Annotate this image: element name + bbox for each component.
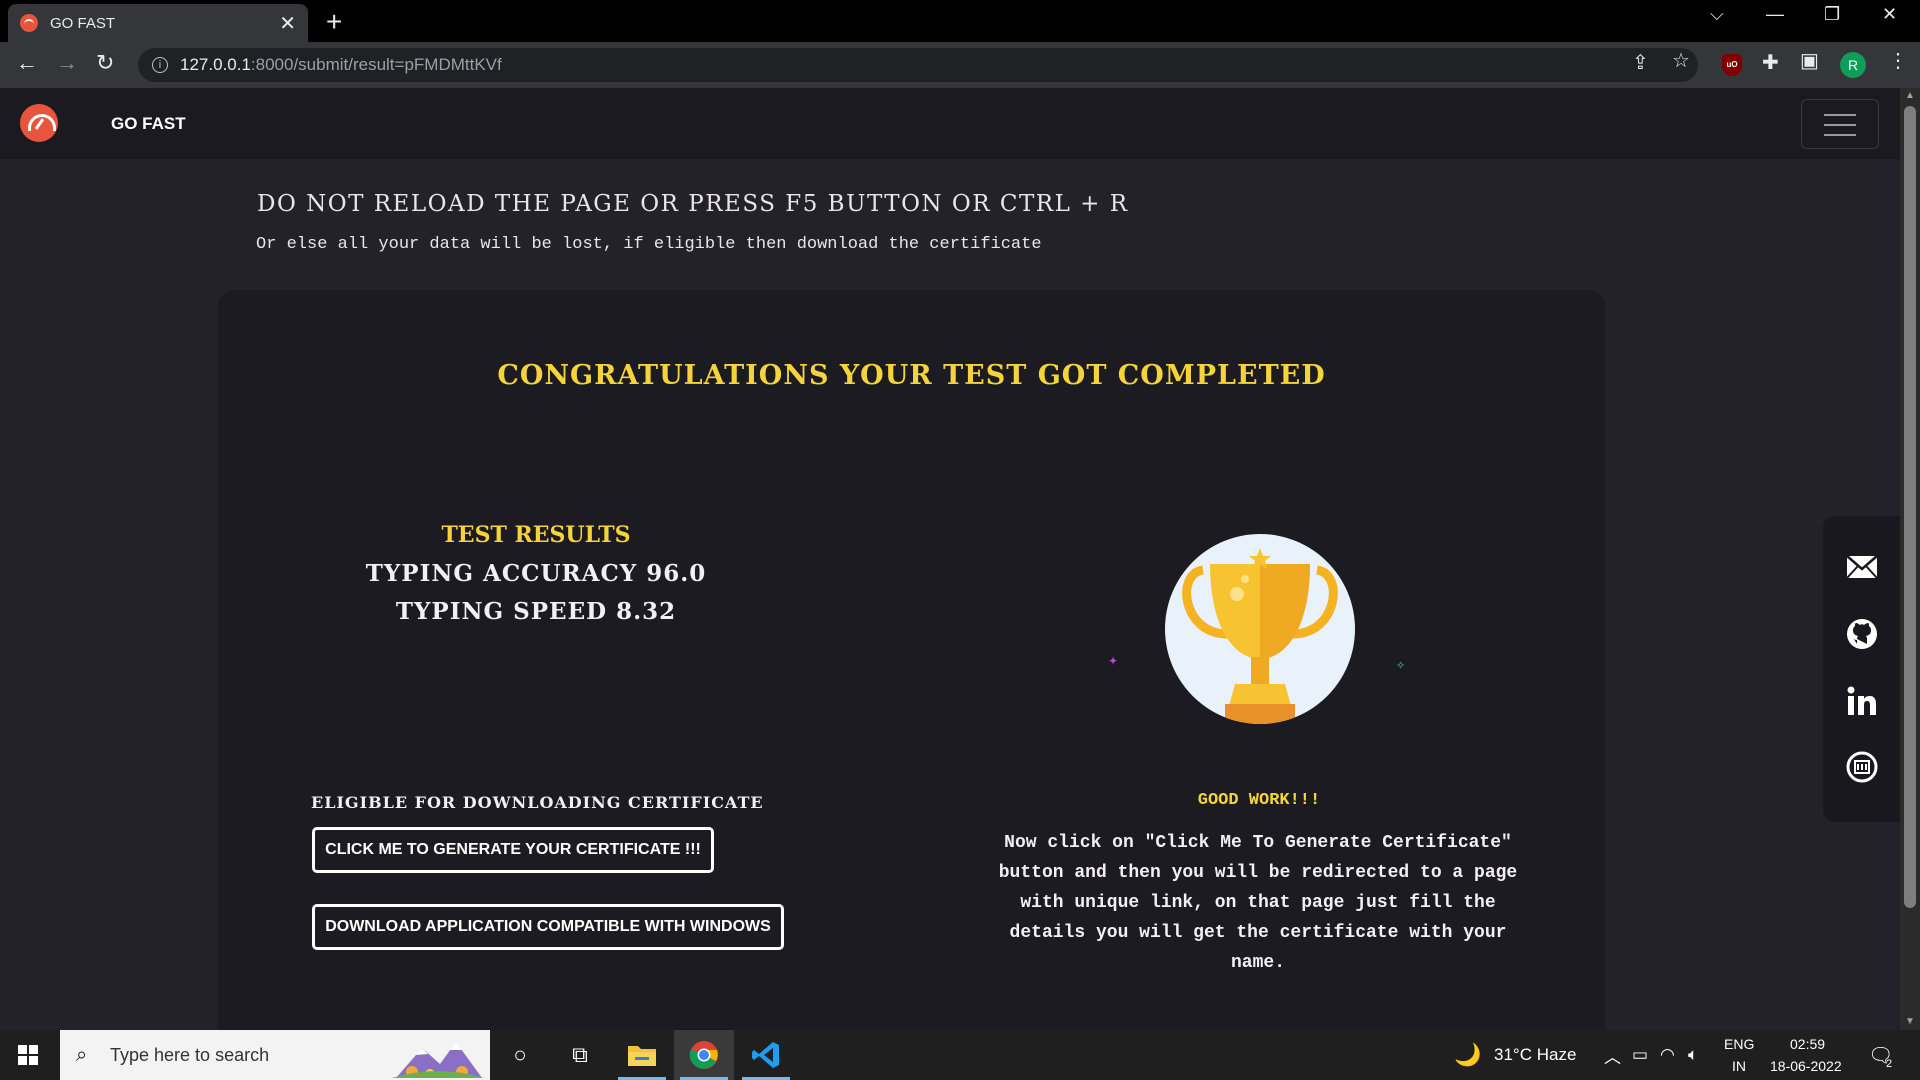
hamburger-menu-button[interactable] — [1801, 99, 1879, 149]
file-explorer-icon[interactable] — [612, 1030, 672, 1080]
site-info-icon[interactable]: i — [152, 57, 168, 73]
profile-avatar[interactable]: R — [1840, 52, 1866, 78]
vscode-icon — [752, 1042, 779, 1068]
page-content: GO FAST DO NOT RELOAD THE PAGE OR PRESS … — [0, 88, 1900, 1030]
tab-title: GO FAST — [50, 14, 116, 32]
notifications-icon[interactable]: 🗨︎ — [1868, 1030, 1893, 1080]
ublock-origin-icon[interactable]: uO — [1722, 54, 1742, 76]
notifications-count: 2 — [1886, 1058, 1893, 1070]
reload-warning-title: DO NOT RELOAD THE PAGE OR PRESS F5 BUTTO… — [257, 191, 1129, 217]
page-scrollbar[interactable]: ▲ ▼ — [1900, 88, 1920, 1030]
wifi-icon[interactable]: ◠ — [1660, 1030, 1675, 1080]
tab-search-chevron-icon[interactable]: ⌵ — [1710, 4, 1724, 25]
browser-toolbar: ← → ↻ i 127.0.0.1:8000/submit/result=pFM… — [0, 42, 1920, 88]
bookmark-star-icon[interactable]: ☆ — [1672, 48, 1690, 73]
address-bar[interactable]: i 127.0.0.1:8000/submit/result=pFMDMttKV… — [138, 48, 1698, 82]
site-brand[interactable]: GO FAST — [111, 114, 186, 134]
gofast-favicon-icon — [20, 14, 38, 32]
typing-speed: TYPING SPEED 8.32 — [395, 598, 677, 625]
new-tab-button[interactable]: + — [326, 6, 342, 38]
eligible-text: ELIGIBLE FOR DOWNLOADING CERTIFICATE — [311, 793, 764, 812]
cortana-icon[interactable]: ○ — [490, 1030, 550, 1080]
extensions-puzzle-icon[interactable]: ✚ — [1762, 50, 1779, 75]
windows-taskbar: ⌕ Type here to search ○ ⧉ 🌙 31°C Haze ︿ … — [0, 1030, 1920, 1080]
test-results: TEST RESULTS TYPING ACCURACY 96.0 TYPING… — [348, 522, 724, 636]
forward-icon[interactable]: → — [56, 50, 78, 76]
search-placeholder: Type here to search — [110, 1044, 270, 1065]
weather-moon-icon[interactable]: 🌙 — [1454, 1030, 1481, 1080]
windows-start-icon[interactable] — [18, 1045, 38, 1065]
side-panel-icon[interactable]: ▣ — [1800, 48, 1819, 73]
congrats-heading: CONGRATULATIONS YOUR TEST GOT COMPLETED — [497, 360, 1326, 391]
certificate-instructions: Now click on "Click Me To Generate Certi… — [998, 833, 1518, 973]
download-app-button[interactable]: DOWNLOAD APPLICATION COMPATIBLE WITH WIN… — [312, 904, 784, 950]
language-in[interactable]: IN — [1732, 1058, 1746, 1074]
weather-text[interactable]: 31°C Haze — [1494, 1030, 1576, 1080]
menu-kebab-icon[interactable]: ⋮ — [1888, 48, 1908, 73]
chrome-icon — [689, 1041, 718, 1069]
github-icon[interactable] — [1845, 617, 1879, 651]
clock-date[interactable]: 18-06-2022 — [1770, 1058, 1842, 1074]
speedometer-logo-icon[interactable] — [20, 104, 58, 142]
browser-tab[interactable]: GO FAST ✕ — [8, 4, 308, 42]
url-path: :8000/submit/result=pFMDMttKVf — [250, 55, 502, 74]
mail-icon[interactable] — [1845, 550, 1879, 584]
typing-accuracy: TYPING ACCURACY 96.0 — [365, 560, 707, 587]
scroll-down-icon[interactable]: ▼ — [1905, 1016, 1915, 1027]
linkedin-icon[interactable] — [1845, 684, 1879, 718]
hamburger-bar — [1824, 134, 1856, 136]
minimize-icon[interactable]: — — [1766, 4, 1784, 25]
confetti-left-icon: ✦ — [1108, 654, 1119, 668]
trophy-icon — [1165, 534, 1355, 724]
site-navbar: GO FAST — [0, 88, 1900, 159]
hamburger-bar — [1824, 124, 1856, 126]
close-window-icon[interactable]: ✕ — [1882, 4, 1897, 25]
battery-icon[interactable]: ▭ — [1632, 1030, 1648, 1080]
back-icon[interactable]: ← — [16, 50, 38, 76]
browser-tab-bar: GO FAST ✕ + ⌵ — ❐ ✕ — [0, 0, 1920, 42]
portfolio-icon[interactable] — [1845, 750, 1879, 784]
reload-icon[interactable]: ↻ — [96, 50, 114, 76]
chrome-taskbar-icon[interactable] — [674, 1030, 734, 1080]
confetti-right-icon: ✧ — [1396, 660, 1406, 672]
hamburger-bar — [1824, 114, 1856, 116]
social-links-sidebar — [1823, 516, 1900, 822]
vscode-taskbar-icon[interactable] — [736, 1030, 796, 1080]
url-host: 127.0.0.1 — [180, 55, 251, 74]
folder-icon — [628, 1046, 656, 1066]
reload-warning-subtitle: Or else all your data will be lost, if e… — [256, 235, 1042, 254]
taskbar-search-box[interactable]: ⌕ Type here to search — [60, 1030, 490, 1080]
search-icon: ⌕ — [76, 1044, 88, 1066]
share-icon[interactable]: ⇪ — [1632, 50, 1649, 75]
restore-icon[interactable]: ❐ — [1824, 4, 1840, 25]
volume-icon[interactable]: 🔈︎ — [1688, 1030, 1698, 1080]
tab-close-icon[interactable]: ✕ — [279, 11, 296, 36]
test-results-title: TEST RESULTS — [441, 522, 631, 548]
task-view-icon[interactable]: ⧉ — [550, 1030, 610, 1080]
clock-time[interactable]: 02:59 — [1790, 1036, 1825, 1052]
scroll-up-icon[interactable]: ▲ — [1905, 90, 1915, 101]
language-eng[interactable]: ENG — [1724, 1036, 1754, 1052]
scrollbar-thumb[interactable] — [1904, 106, 1916, 908]
show-hidden-icons-chevron-icon[interactable]: ︿ — [1604, 1030, 1621, 1080]
good-work-text: GOOD WORK!!! — [1197, 791, 1321, 810]
generate-certificate-button[interactable]: CLICK ME TO GENERATE YOUR CERTIFICATE !!… — [312, 827, 714, 873]
search-highlight-illustration-icon — [392, 1042, 484, 1078]
result-card: CONGRATULATIONS YOUR TEST GOT COMPLETED … — [218, 290, 1605, 1030]
